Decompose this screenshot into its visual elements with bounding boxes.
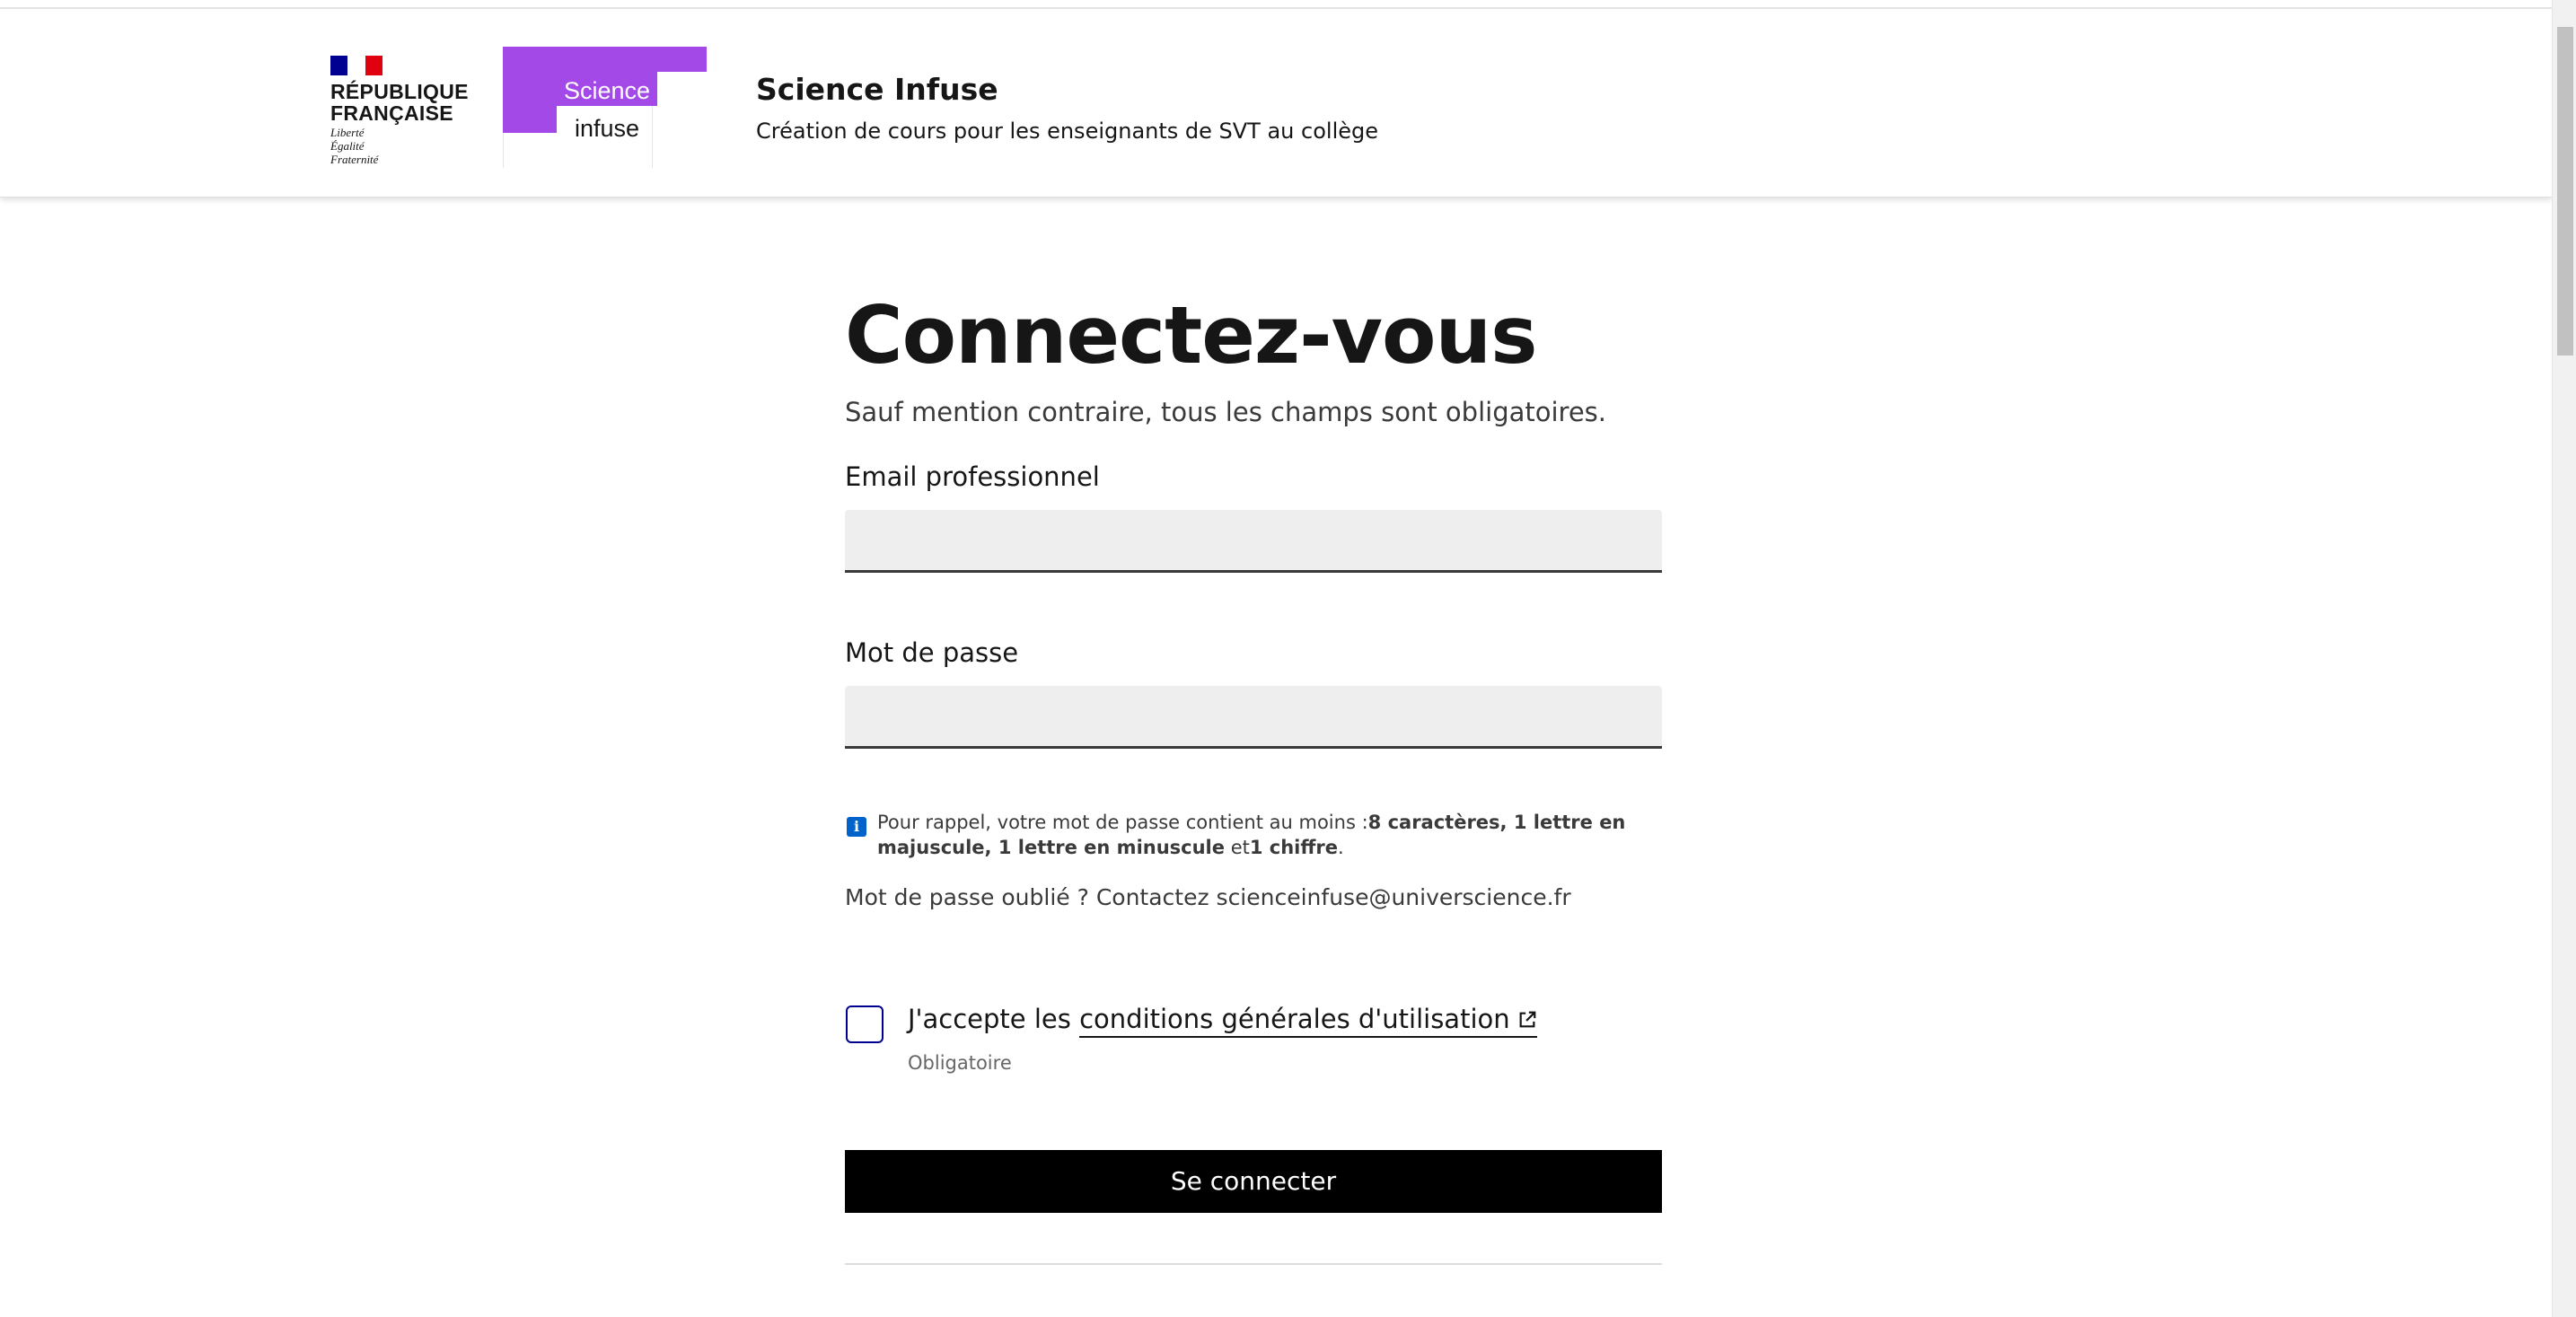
email-field[interactable] bbox=[845, 510, 1662, 573]
form-hint: Sauf mention contraire, tous les champs … bbox=[845, 397, 1606, 427]
login-button[interactable]: Se connecter bbox=[845, 1150, 1662, 1213]
info-icon: i bbox=[847, 817, 866, 837]
external-link-icon bbox=[1519, 1011, 1535, 1028]
motto-egalite: Égalité bbox=[330, 139, 365, 153]
page-scrollbar[interactable] bbox=[2552, 0, 2576, 1317]
republic-name-line2: FRANÇAISE bbox=[330, 101, 453, 125]
page-title: Connectez-vous bbox=[845, 289, 1538, 382]
republic-name-line1: RÉPUBLIQUE bbox=[330, 80, 469, 103]
cgu-required-hint: Obligatoire bbox=[908, 1052, 1012, 1074]
republic-motto: Liberté Égalité Fraternité bbox=[330, 126, 378, 166]
password-field[interactable] bbox=[845, 686, 1662, 749]
cgu-checkbox[interactable] bbox=[846, 1005, 884, 1043]
republique-francaise-logo[interactable]: RÉPUBLIQUE FRANÇAISE Liberté Égalité Fra… bbox=[330, 47, 474, 172]
scrollbar-thumb[interactable] bbox=[2557, 27, 2573, 356]
password-label: Mot de passe bbox=[845, 637, 1019, 668]
logo-word-infuse: infuse bbox=[574, 115, 640, 142]
cgu-link[interactable]: conditions générales d'utilisation bbox=[1079, 1004, 1537, 1038]
cgu-label: J'accepte les conditions générales d'uti… bbox=[908, 1004, 1537, 1038]
site-header: RÉPUBLIQUE FRANÇAISE Liberté Égalité Fra… bbox=[0, 9, 2552, 198]
divider bbox=[845, 1263, 1662, 1265]
email-label: Email professionnel bbox=[845, 461, 1100, 492]
service-tagline: Création de cours pour les enseignants d… bbox=[756, 119, 1378, 144]
password-info-text: Pour rappel, votre mot de passe contient… bbox=[877, 812, 1626, 858]
service-title[interactable]: Science Infuse bbox=[756, 72, 998, 107]
republic-name: RÉPUBLIQUE FRANÇAISE bbox=[330, 81, 483, 124]
french-flag-icon bbox=[330, 56, 382, 75]
cgu-prefix: J'accepte les bbox=[908, 1004, 1080, 1034]
login-page: RÉPUBLIQUE FRANÇAISE Liberté Égalité Fra… bbox=[0, 0, 2576, 1317]
motto-fraternite: Fraternité bbox=[330, 153, 379, 166]
forgot-password-text: Mot de passe oublié ? Contactez sciencei… bbox=[845, 884, 1571, 910]
motto-liberte: Liberté bbox=[330, 126, 365, 139]
logo-word-science: Science bbox=[563, 77, 651, 104]
science-infuse-logo[interactable]: Science infuse bbox=[503, 47, 707, 168]
